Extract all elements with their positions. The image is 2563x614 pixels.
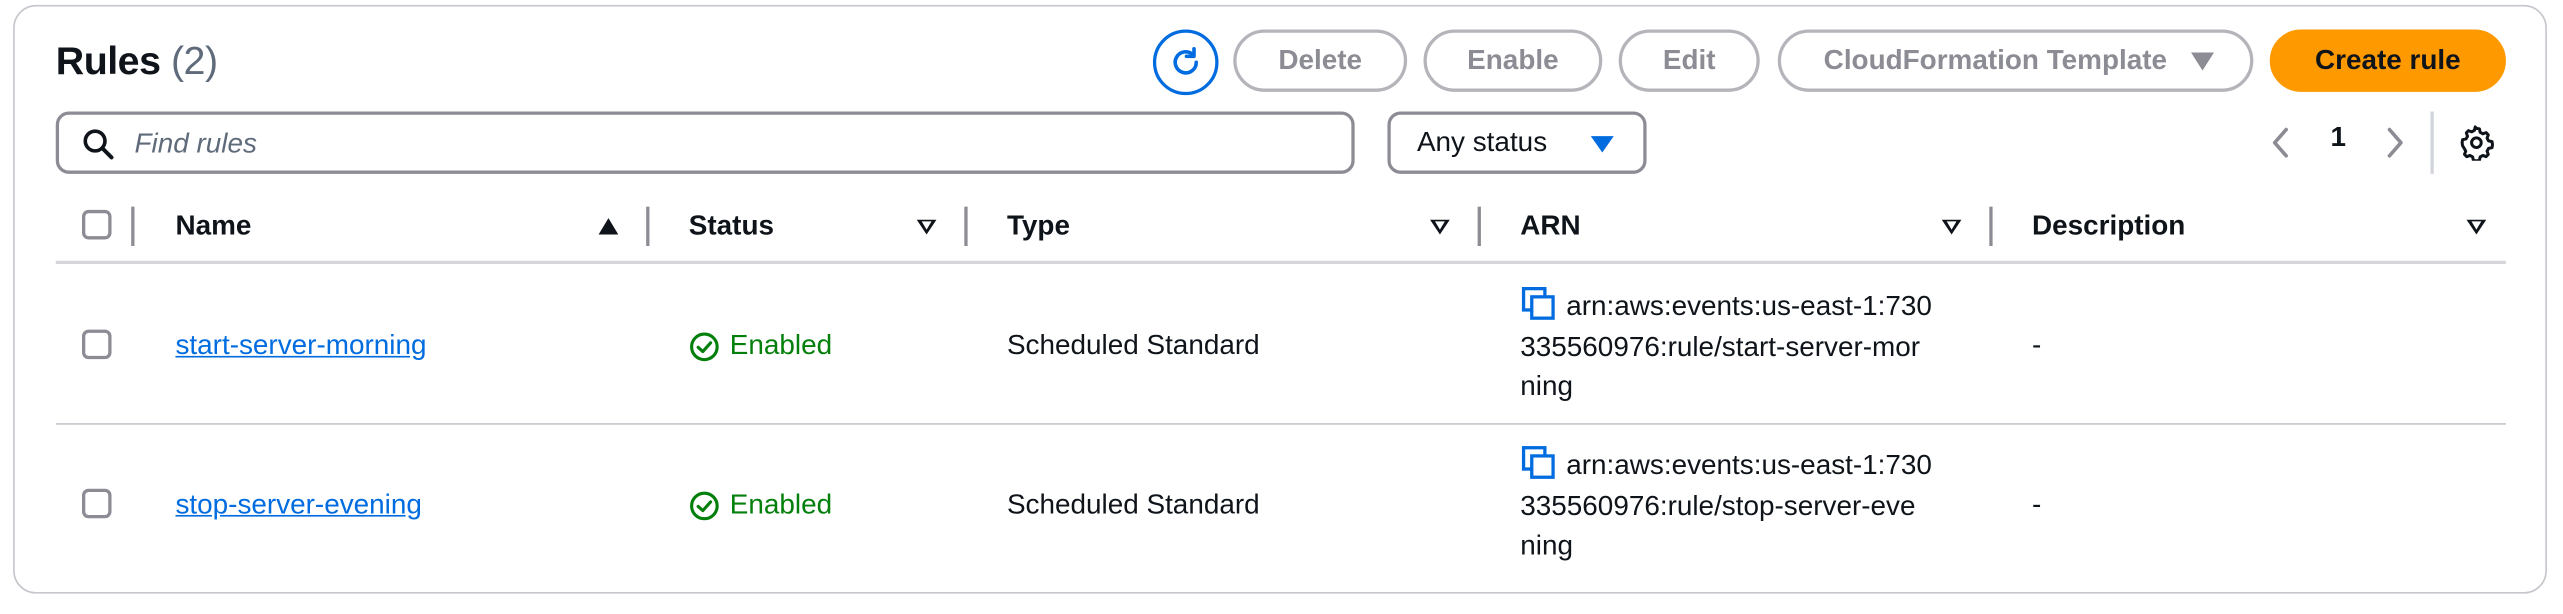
search-icon <box>83 129 114 160</box>
sort-icon[interactable] <box>916 219 937 235</box>
edit-button[interactable]: Edit <box>1618 29 1760 92</box>
arn-line: ning <box>1520 529 1573 561</box>
arn-line: arn:aws:events:us-east-1:730 <box>1566 449 1932 481</box>
rule-name-link[interactable]: start-server-morning <box>175 330 426 363</box>
refresh-button[interactable] <box>1152 29 1219 96</box>
rule-type: Scheduled Standard <box>1006 329 1260 361</box>
enable-button[interactable]: Enable <box>1423 29 1603 92</box>
status-text: Enabled <box>729 329 833 361</box>
rule-arn: arn:aws:events:us-east-1:730 335560976:r… <box>1520 444 1955 566</box>
row-checkbox[interactable] <box>82 488 112 519</box>
gear-icon[interactable] <box>2458 125 2494 161</box>
status-filter-value: Any status <box>1416 126 1548 158</box>
check-circle-icon <box>690 331 719 361</box>
rules-count: (2) <box>170 39 218 84</box>
copy-icon[interactable] <box>1520 444 1556 480</box>
delete-button[interactable]: Delete <box>1233 29 1408 92</box>
cloudformation-template-button[interactable]: CloudFormation Template <box>1777 29 2254 92</box>
arn-line: 335560976:rule/stop-server-eve <box>1520 489 1916 521</box>
column-divider <box>964 206 968 246</box>
chevron-right-icon[interactable] <box>2383 126 2406 159</box>
sort-icon[interactable] <box>1941 219 1962 235</box>
column-divider <box>1477 206 1481 246</box>
column-header-type[interactable]: Type <box>1007 210 1070 243</box>
rule-description: - <box>2031 329 2042 361</box>
column-header-status[interactable]: Status <box>689 210 774 243</box>
caret-down-icon <box>2191 52 2214 71</box>
row-divider <box>55 423 2506 425</box>
caret-down-icon <box>1590 136 1614 153</box>
column-header-description[interactable]: Description <box>2032 210 2185 243</box>
create-rule-button[interactable]: Create rule <box>2269 29 2506 92</box>
search-field <box>55 111 1355 174</box>
current-page[interactable]: 1 <box>2330 121 2346 154</box>
rule-name-link[interactable]: stop-server-evening <box>175 489 421 522</box>
status-badge: Enabled <box>689 330 832 363</box>
search-input[interactable] <box>131 118 1319 171</box>
select-all-checkbox[interactable] <box>82 209 112 240</box>
rule-arn: arn:aws:events:us-east-1:730 335560976:r… <box>1520 285 1955 407</box>
rule-type: Scheduled Standard <box>1006 488 1260 520</box>
sort-icon[interactable] <box>1430 219 1450 235</box>
column-header-name[interactable]: Name <box>175 210 251 243</box>
status-badge: Enabled <box>689 489 832 522</box>
cloudformation-template-label: CloudFormation Template <box>1823 44 2168 76</box>
copy-icon[interactable] <box>1520 285 1556 321</box>
arn-line: ning <box>1520 370 1573 402</box>
status-filter-select[interactable]: Any status <box>1387 111 1647 174</box>
row-checkbox[interactable] <box>82 329 112 360</box>
column-divider <box>1989 206 1993 246</box>
column-divider <box>646 206 650 246</box>
title-text: Rules <box>55 39 161 84</box>
rule-description: - <box>2031 488 2042 520</box>
column-header-arn[interactable]: ARN <box>1520 210 1580 243</box>
check-circle-icon <box>690 490 719 520</box>
pager-divider <box>2430 111 2434 174</box>
chevron-left-icon[interactable] <box>2270 126 2293 159</box>
arn-line: 335560976:rule/start-server-mor <box>1520 330 1921 362</box>
page-title: Rules (2) <box>56 39 218 85</box>
header-divider <box>55 260 2506 265</box>
refresh-icon <box>1173 46 1199 75</box>
column-divider <box>131 206 135 246</box>
sort-ascending-icon[interactable] <box>598 218 619 235</box>
status-text: Enabled <box>729 488 833 520</box>
arn-line: arn:aws:events:us-east-1:730 <box>1566 290 1932 322</box>
sort-icon[interactable] <box>2466 219 2487 235</box>
